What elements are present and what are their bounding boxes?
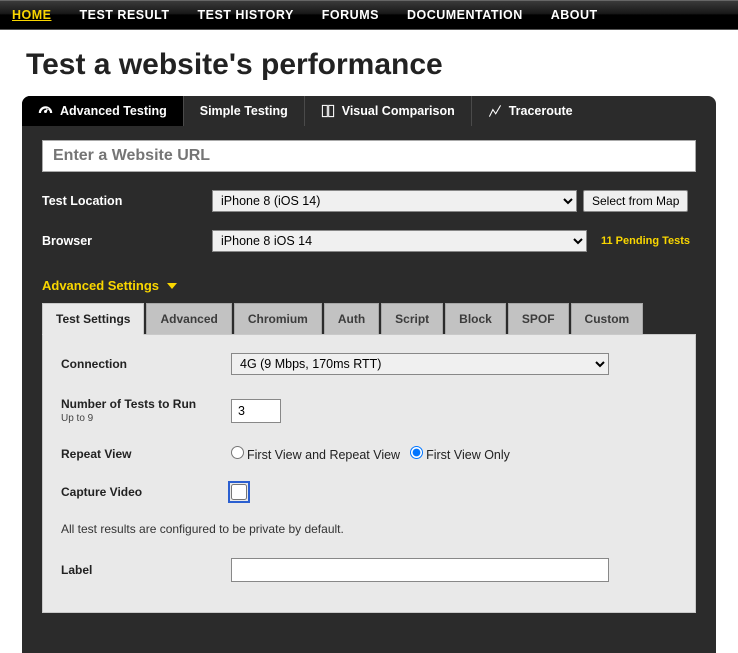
tab-simple-testing[interactable]: Simple Testing	[184, 96, 305, 126]
nav-forums[interactable]: FORUMS	[322, 8, 379, 22]
row-label: Label	[61, 558, 677, 582]
repeat-opt2-label: First View Only	[426, 448, 510, 462]
row-runs: Number of Tests to Run Up to 9	[61, 397, 677, 424]
browser-label: Browser	[42, 234, 212, 248]
tab-custom[interactable]: Custom	[571, 303, 644, 334]
label-label: Label	[61, 563, 231, 577]
nav-documentation[interactable]: DOCUMENTATION	[407, 8, 523, 22]
repeat-opt-first-and-repeat[interactable]: First View and Repeat View	[231, 446, 400, 462]
settings-panel: Connection 4G (9 Mbps, 170ms RTT) Number…	[42, 335, 696, 613]
page-title: Test a website's performance	[0, 30, 738, 96]
gauge-icon	[38, 104, 53, 119]
runs-label-text: Number of Tests to Run	[61, 397, 196, 411]
location-label: Test Location	[42, 194, 212, 208]
tab-advanced-testing[interactable]: Advanced Testing	[22, 96, 184, 126]
repeat-radio-1[interactable]	[231, 446, 244, 459]
connection-label: Connection	[61, 357, 231, 371]
private-note: All test results are configured to be pr…	[61, 522, 677, 536]
repeat-opt-first-only[interactable]: First View Only	[410, 446, 510, 462]
tab-test-settings[interactable]: Test Settings	[42, 303, 144, 335]
tab-traceroute[interactable]: Traceroute	[472, 96, 589, 126]
repeat-opt1-label: First View and Repeat View	[247, 448, 400, 462]
nav-test-history[interactable]: TEST HISTORY	[198, 8, 294, 22]
form-body: Test Location iPhone 8 (iOS 14) Select f…	[22, 126, 716, 613]
tab-script[interactable]: Script	[381, 303, 443, 334]
tab-visual-comparison[interactable]: Visual Comparison	[305, 96, 472, 126]
url-input[interactable]	[42, 140, 696, 172]
advanced-settings-toggle[interactable]: Advanced Settings	[42, 278, 696, 293]
runs-input[interactable]	[231, 399, 281, 423]
mode-tabs: Advanced Testing Simple Testing Visual C…	[22, 96, 716, 126]
row-repeat-view: Repeat View First View and Repeat View F…	[61, 446, 677, 462]
select-from-map-button[interactable]: Select from Map	[583, 190, 688, 212]
runs-sublabel: Up to 9	[61, 413, 231, 424]
top-nav: HOME TEST RESULT TEST HISTORY FORUMS DOC…	[0, 0, 738, 30]
row-test-location: Test Location iPhone 8 (iOS 14) Select f…	[42, 190, 696, 212]
main-panel: Advanced Testing Simple Testing Visual C…	[22, 96, 716, 653]
settings-tabs: Test Settings Advanced Chromium Auth Scr…	[42, 303, 696, 335]
browser-select[interactable]: iPhone 8 iOS 14	[212, 230, 587, 252]
connection-select[interactable]: 4G (9 Mbps, 170ms RTT)	[231, 353, 609, 375]
capture-label: Capture Video	[61, 485, 231, 499]
tab-chromium[interactable]: Chromium	[234, 303, 322, 334]
traceroute-icon	[488, 104, 502, 118]
location-select[interactable]: iPhone 8 (iOS 14)	[212, 190, 577, 212]
advanced-settings-label: Advanced Settings	[42, 278, 159, 293]
tab-advanced[interactable]: Advanced	[146, 303, 231, 334]
nav-test-result[interactable]: TEST RESULT	[80, 8, 170, 22]
compare-icon	[321, 104, 335, 118]
tab-label: Visual Comparison	[342, 104, 455, 118]
repeat-label: Repeat View	[61, 447, 231, 461]
capture-video-checkbox[interactable]	[231, 484, 247, 500]
tab-label: Advanced Testing	[60, 104, 167, 118]
tab-block[interactable]: Block	[445, 303, 506, 334]
tab-label: Traceroute	[509, 104, 573, 118]
tab-label: Simple Testing	[200, 104, 288, 118]
repeat-radio-group: First View and Repeat View First View On…	[231, 446, 510, 462]
tab-spof[interactable]: SPOF	[508, 303, 569, 334]
row-browser: Browser iPhone 8 iOS 14 11 Pending Tests	[42, 230, 696, 252]
repeat-radio-2[interactable]	[410, 446, 423, 459]
row-connection: Connection 4G (9 Mbps, 170ms RTT)	[61, 353, 677, 375]
tab-auth[interactable]: Auth	[324, 303, 379, 334]
row-capture-video: Capture Video	[61, 484, 677, 500]
chevron-down-icon	[166, 281, 178, 291]
pending-tests-link[interactable]: 11 Pending Tests	[601, 235, 690, 247]
runs-label: Number of Tests to Run Up to 9	[61, 397, 231, 424]
nav-about[interactable]: ABOUT	[551, 8, 598, 22]
label-input[interactable]	[231, 558, 609, 582]
nav-home[interactable]: HOME	[12, 8, 52, 22]
